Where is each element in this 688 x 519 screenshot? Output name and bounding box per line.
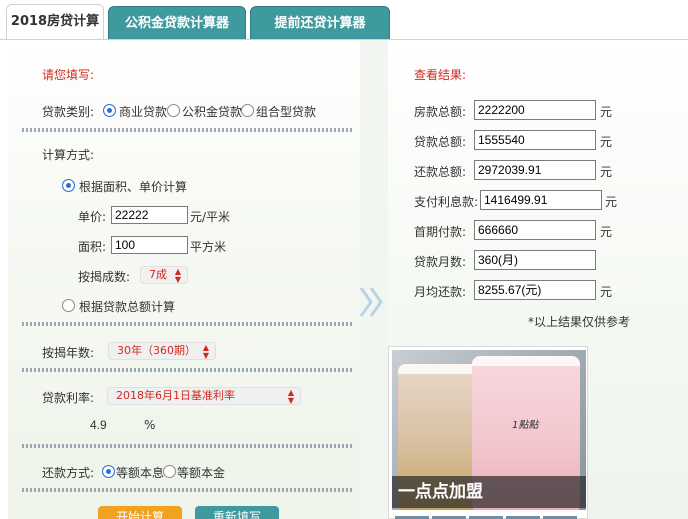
years-select-value: 30年（360期） (117, 344, 196, 357)
select-arrows-icon: ▲ ▼ (202, 343, 209, 360)
area-unit: 平方米 (190, 240, 227, 254)
radio-combined-loan[interactable] (241, 104, 254, 117)
loan-type-commercial: 商业贷款 (119, 105, 168, 119)
years-label: 按揭年数: (42, 346, 95, 360)
disclaimer-note: *以上结果仅供参考 (528, 315, 631, 329)
tab-prepayment-calculator[interactable]: 提前还贷计算器 (250, 6, 390, 40)
years-select[interactable]: 30年（360期） ▲ ▼ (108, 342, 216, 360)
ratio-select-value: 7成 (149, 268, 167, 281)
rate-label: 贷款利率: (42, 391, 95, 405)
calc-method-label: 计算方式: (42, 148, 95, 162)
result-label-repay-total: 还款总额: (413, 165, 466, 179)
result-interest[interactable]: 1416499.91 (480, 190, 602, 210)
result-label-monthly: 月均还款: (413, 285, 466, 299)
tab-mortgage-calculator[interactable]: 2018房贷计算器 (6, 4, 104, 63)
result-loan-total[interactable]: 1555540 (474, 130, 596, 150)
method-total-label: 根据贷款总额计算 (79, 300, 176, 314)
separator (22, 368, 352, 372)
ad-caption: 一点点加盟 (392, 476, 586, 508)
result-repay-total[interactable]: 2972039.91 (474, 160, 596, 180)
loan-type-combined: 组合型贷款 (256, 105, 317, 119)
area-input[interactable]: 100 (111, 236, 188, 254)
price-input[interactable]: 22222 (111, 206, 188, 224)
rate-unit: % (144, 418, 156, 432)
tab-bar: 2018房贷计算器 公积金贷款计算器 提前还贷计算器 (0, 0, 688, 63)
radio-equal-principal[interactable] (163, 465, 176, 478)
radio-commercial-loan[interactable] (103, 104, 116, 117)
result-label-loan-total: 贷款总额: (413, 135, 466, 149)
radio-method-area[interactable] (62, 179, 75, 192)
result-label-down-payment: 首期付款: (413, 225, 466, 239)
loan-type-label: 贷款类别: (42, 105, 95, 119)
ratio-select[interactable]: 7成 ▲ ▼ (140, 266, 188, 284)
repay-equal-installment: 等额本息 (116, 466, 165, 480)
select-arrows-icon: ▲ ▼ (174, 267, 181, 284)
rate-select[interactable]: 2018年6月1日基准利率 ▲ ▼ (107, 387, 301, 405)
result-unit: 元 (600, 285, 613, 299)
form-header: 请您填写: (42, 68, 95, 82)
rate-select-value: 2018年6月1日基准利率 (116, 389, 235, 402)
radio-provident-loan[interactable] (167, 104, 180, 117)
double-chevron-right-icon (359, 287, 383, 317)
result-label-interest: 支付利息款: (413, 195, 478, 209)
separator (22, 128, 352, 132)
separator (22, 488, 352, 492)
results-header: 查看结果: (414, 68, 467, 82)
radio-equal-installment[interactable] (102, 465, 115, 478)
result-label-months: 贷款月数: (413, 255, 466, 269)
radio-method-total[interactable] (62, 299, 75, 312)
ratio-label: 按揭成数: (78, 270, 131, 284)
result-label-total-price: 房款总额: (413, 105, 466, 119)
result-unit: 元 (600, 105, 613, 119)
reset-button[interactable]: 重新填写 (195, 506, 279, 519)
result-down-payment[interactable]: 666660 (474, 220, 596, 240)
area-label: 面积: (78, 240, 107, 254)
start-calc-button[interactable]: 开始计算 (98, 506, 182, 519)
result-unit: 元 (600, 225, 613, 239)
price-unit: 元/平米 (190, 210, 231, 224)
loan-type-provident: 公积金贷款 (182, 105, 243, 119)
repay-equal-principal: 等额本金 (177, 466, 226, 480)
result-total-price[interactable]: 2222200 (474, 100, 596, 120)
rate-number[interactable]: 4.9 (90, 418, 107, 432)
result-unit: 元 (600, 165, 613, 179)
result-unit: 元 (600, 135, 613, 149)
result-monthly[interactable]: 8255.67(元) (474, 280, 596, 300)
tab-provident-fund-calculator[interactable]: 公积金贷款计算器 (108, 6, 246, 40)
separator (22, 322, 352, 326)
method-area-label: 根据面积、单价计算 (79, 180, 188, 194)
result-months[interactable]: 360(月) (474, 250, 596, 270)
separator (22, 444, 352, 448)
result-unit: 元 (605, 195, 618, 209)
panel-gap (360, 40, 388, 519)
franchise-ad[interactable]: 1點點 一点点加盟 (388, 346, 588, 519)
ad-brand-mark: 1點點 (512, 420, 539, 431)
select-arrows-icon: ▲ ▼ (287, 388, 294, 405)
price-label: 单价: (78, 210, 107, 224)
ad-thumbnails (395, 513, 585, 519)
repay-label: 还款方式: (42, 466, 95, 480)
